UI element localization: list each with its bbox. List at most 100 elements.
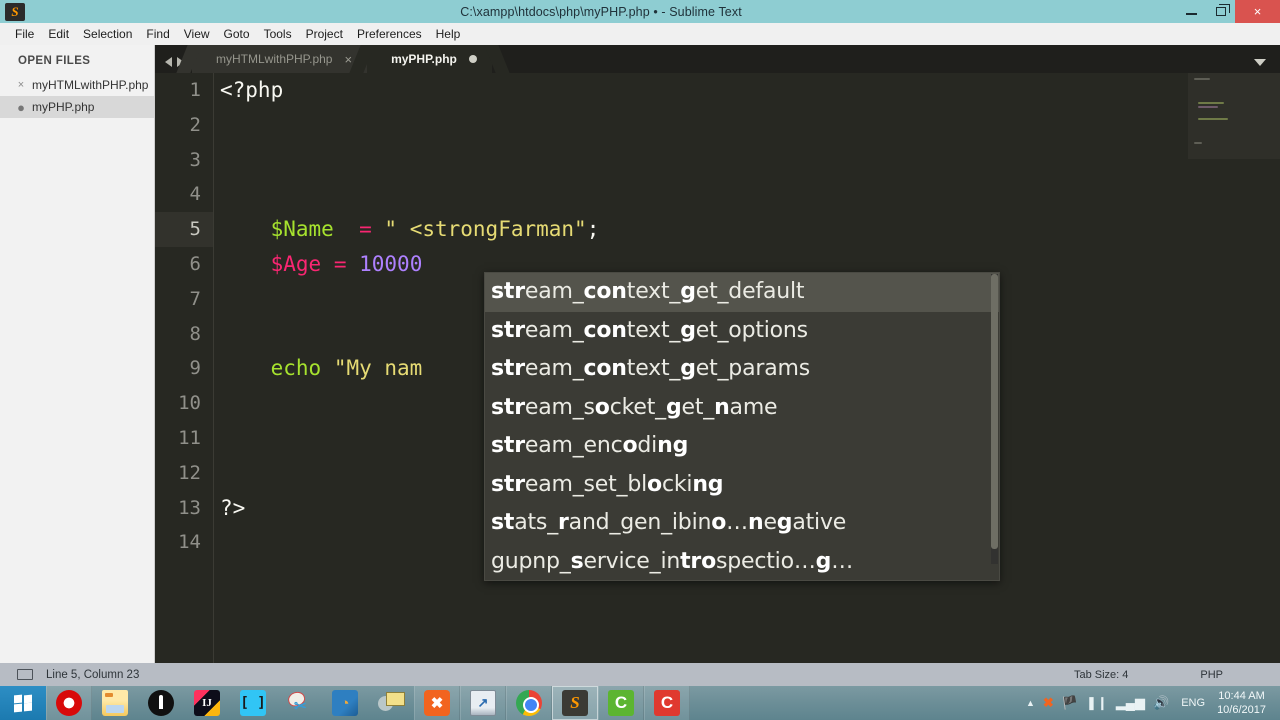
taskbar-app-google-chrome[interactable] xyxy=(506,686,552,720)
sidebar-file-item[interactable]: × myHTMLwithPHP.php xyxy=(0,74,154,96)
taskbar-app-sublime-text[interactable]: S xyxy=(552,686,598,720)
network-disconnected-icon[interactable]: 🏴 xyxy=(1062,695,1078,711)
menu-item-preferences[interactable]: Preferences xyxy=(350,25,429,43)
clock-date: 10/6/2017 xyxy=(1217,704,1266,716)
tab-close-icon[interactable]: × xyxy=(344,52,352,67)
taskbar-app-camtasia-recorder[interactable]: C xyxy=(644,686,690,720)
start-button[interactable] xyxy=(0,686,46,720)
pen-tool-icon xyxy=(148,690,174,716)
menu-item-file[interactable]: File xyxy=(8,25,41,43)
taskbar-app-vmware[interactable] xyxy=(322,686,368,720)
match-highlight: c xyxy=(583,279,597,304)
maximize-button[interactable] xyxy=(1206,0,1235,23)
status-bar: Line 5, Column 23 Tab Size: 4 PHP xyxy=(0,663,1280,686)
volume-icon[interactable]: 🔊 xyxy=(1153,695,1169,711)
clock[interactable]: 10:44 AM 10/6/2017 xyxy=(1217,689,1272,717)
sublime-app-icon: S xyxy=(5,2,25,21)
taskbar-app-mail-search[interactable] xyxy=(368,686,414,720)
sidebar-file-item[interactable]: ● myPHP.php xyxy=(0,96,154,118)
battery-icon[interactable]: ❚❙ xyxy=(1086,695,1108,711)
match-highlight: st xyxy=(491,510,515,535)
minimap-viewport[interactable] xyxy=(1188,73,1280,159)
tab-prev-icon[interactable] xyxy=(165,57,172,67)
taskbar-app-opera[interactable] xyxy=(46,686,92,720)
line-number: 4 xyxy=(189,183,201,206)
menu-item-goto[interactable]: Goto xyxy=(217,25,257,43)
close-button[interactable]: × xyxy=(1235,0,1280,23)
show-hidden-icons-button[interactable]: ▲ xyxy=(1026,698,1035,708)
taskbar-apps: IJ✖SCC xyxy=(46,686,690,720)
taskbar-app-camtasia-studio[interactable]: C xyxy=(598,686,644,720)
system-tray: ▲ ✖ 🏴 ❚❙ ▂▄▆ 🔊 ENG 10:44 AM 10/6/2017 xyxy=(1026,689,1280,717)
menu-item-selection[interactable]: Selection xyxy=(76,25,139,43)
autocomplete-item[interactable]: stream_encoding xyxy=(485,427,999,466)
minimap[interactable] xyxy=(1188,73,1280,670)
autocomplete-item[interactable]: stream_socket_get_name xyxy=(485,389,999,428)
match-highlight: c xyxy=(583,356,597,381)
code-line[interactable] xyxy=(214,108,1244,143)
autocomplete-item[interactable]: stream_context_get_options xyxy=(485,312,999,351)
close-file-icon[interactable]: × xyxy=(14,79,28,91)
taskbar-app-performance-monitor[interactable] xyxy=(460,686,506,720)
opera-icon xyxy=(56,690,82,716)
autocomplete-item[interactable]: stream_context_get_params xyxy=(485,350,999,389)
syntax-indicator[interactable]: PHP xyxy=(1200,669,1223,681)
camtasia-studio-icon: C xyxy=(608,690,634,716)
completion-text: … xyxy=(726,510,748,535)
sidebar-file-label: myPHP.php xyxy=(32,100,95,114)
camtasia-recorder-icon: C xyxy=(654,690,680,716)
minimize-button[interactable] xyxy=(1177,0,1206,23)
taskbar-app-snipping-tool[interactable] xyxy=(276,686,322,720)
taskbar-app-xampp-control-panel[interactable]: ✖ xyxy=(414,686,460,720)
match-highlight: on xyxy=(596,279,627,304)
window-title: C:\xampp\htdocs\php\myPHP.php • - Sublim… xyxy=(460,4,742,19)
minimap-line xyxy=(1198,102,1224,104)
menu-item-project[interactable]: Project xyxy=(299,25,350,43)
xampp-tray-icon[interactable]: ✖ xyxy=(1043,695,1054,711)
code-line[interactable] xyxy=(214,143,1244,178)
panel-toggle-icon[interactable] xyxy=(17,669,33,680)
menu-item-help[interactable]: Help xyxy=(429,25,468,43)
autocomplete-item[interactable]: stream_set_blocking xyxy=(485,466,999,505)
autocomplete-popup[interactable]: stream_context_get_default stream_context… xyxy=(484,272,1000,581)
tab-overflow-button[interactable] xyxy=(1254,59,1280,73)
autocomplete-item[interactable]: gupnp_service_introspectio…g… xyxy=(485,543,999,582)
taskbar-app-intellij-idea[interactable]: IJ xyxy=(184,686,230,720)
tab-myhtmlwithphp[interactable]: myHTMLwithPHP.php × xyxy=(176,45,383,73)
autocomplete-scrollbar-thumb[interactable] xyxy=(991,274,998,549)
tab-edge-right xyxy=(484,45,510,73)
completion-text: … xyxy=(831,548,854,574)
code-token: $Name xyxy=(270,217,334,242)
language-indicator[interactable]: ENG xyxy=(1181,697,1205,709)
performance-monitor-icon xyxy=(470,690,496,716)
code-editor[interactable]: 1 2 3 4 5 6 7 8 9 10 11 12 13 14 <?php $Name = " <str… xyxy=(155,73,1280,670)
completion-text: and_gen_ibin xyxy=(568,510,712,535)
taskbar-app-pen-tool[interactable] xyxy=(138,686,184,720)
code-token: 10000 xyxy=(359,251,423,276)
clock-time: 10:44 AM xyxy=(1218,690,1265,702)
taskbar-app-brackets-editor[interactable] xyxy=(230,686,276,720)
tab-size-indicator[interactable]: Tab Size: 4 xyxy=(1074,669,1128,681)
tab-myphp[interactable]: myPHP.php xyxy=(349,45,510,73)
code-token: " <strongFarman" xyxy=(384,217,587,242)
menu-item-view[interactable]: View xyxy=(177,25,217,43)
code-line[interactable] xyxy=(214,177,1244,212)
code-line[interactable]: <?php xyxy=(214,73,1244,108)
match-highlight: g xyxy=(680,279,696,304)
match-highlight: o xyxy=(647,471,662,497)
match-highlight: str xyxy=(491,317,525,343)
match-highlight: str xyxy=(491,394,525,420)
match-highlight: r xyxy=(558,510,569,535)
menu-item-tools[interactable]: Tools xyxy=(257,25,299,43)
autocomplete-item[interactable]: stats_rand_gen_ibino…negative xyxy=(485,504,999,543)
menu-item-edit[interactable]: Edit xyxy=(41,25,76,43)
menu-item-find[interactable]: Find xyxy=(139,25,176,43)
taskbar-app-file-explorer[interactable] xyxy=(92,686,138,720)
signal-icon[interactable]: ▂▄▆ xyxy=(1116,695,1145,711)
autocomplete-item[interactable]: stream_context_get_default xyxy=(485,273,999,312)
match-highlight: on xyxy=(596,317,627,343)
code-line[interactable]: $Name = " <strongFarman"; xyxy=(214,212,1244,247)
minimap-line xyxy=(1194,142,1202,144)
